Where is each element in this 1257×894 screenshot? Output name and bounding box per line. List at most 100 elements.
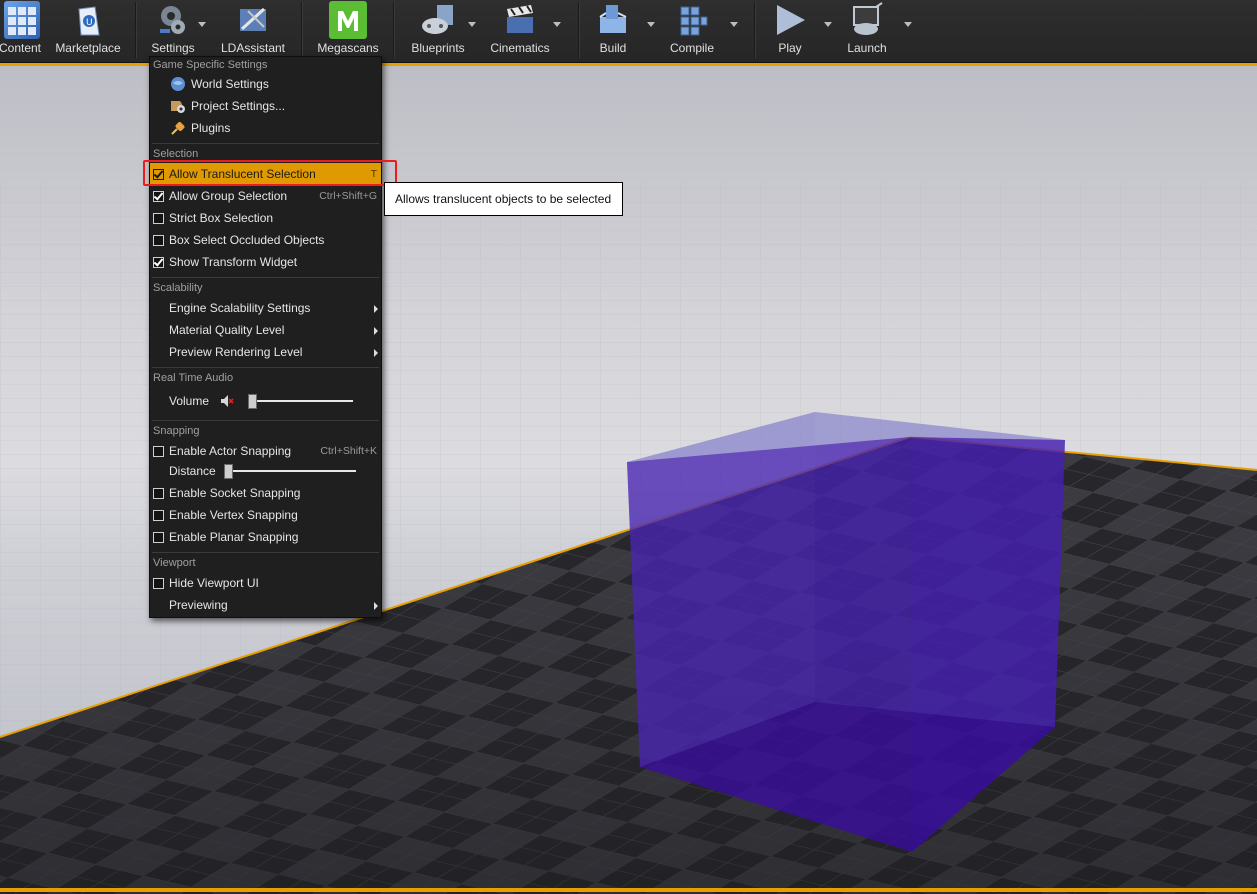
checkbox[interactable] — [153, 191, 164, 202]
menu-item-enable-vertex-snapping[interactable]: Enable Vertex Snapping — [150, 504, 381, 526]
play-label: Play — [778, 41, 802, 55]
marketplace-button[interactable]: U Marketplace — [52, 0, 124, 60]
checkbox[interactable] — [153, 235, 164, 246]
play-button[interactable]: Play — [768, 0, 812, 60]
menu-item-show-transform-widget[interactable]: Show Transform Widget — [150, 251, 381, 273]
launch-label: Launch — [847, 41, 887, 55]
compile-label: Compile — [669, 41, 714, 55]
distance-slider-track[interactable] — [226, 470, 356, 472]
ldassistant-button[interactable]: LDAssistant — [214, 0, 292, 60]
toolbar-separator — [578, 2, 580, 58]
blueprints-button[interactable]: Blueprints — [404, 0, 472, 60]
settings-icon — [154, 1, 192, 39]
menu-item-hide-viewport-ui[interactable]: Hide Viewport UI — [150, 572, 381, 594]
menu-item-strict-box-selection[interactable]: Strict Box Selection — [150, 207, 381, 229]
menu-item-preview-rendering-level[interactable]: Preview Rendering Level — [150, 341, 381, 363]
section-game-specific-settings: Game Specific Settings — [153, 59, 268, 71]
menu-item-enable-planar-snapping[interactable]: Enable Planar Snapping — [150, 526, 381, 548]
launch-dropdown-arrow[interactable] — [904, 22, 912, 27]
ldassistant-label: LDAssistant — [220, 41, 286, 55]
section-scalability: Scalability — [153, 282, 203, 294]
menu-item-plugins[interactable]: Plugins — [150, 117, 381, 139]
submenu-arrow-icon — [374, 305, 378, 313]
tooltip: Allows translucent objects to be selecte… — [384, 182, 623, 216]
megascans-label: Megascans — [317, 41, 379, 55]
menu-item-allow-group-selection[interactable]: Allow Group Selection Ctrl+Shift+G — [150, 185, 381, 207]
menu-item-enable-socket-snapping[interactable]: Enable Socket Snapping — [150, 482, 381, 504]
blueprints-label: Blueprints — [411, 41, 465, 55]
toolbar-separator — [135, 2, 137, 58]
section-selection: Selection — [153, 148, 199, 160]
play-icon — [771, 1, 809, 39]
content-button[interactable]: Content — [0, 0, 44, 60]
menu-separator — [152, 552, 379, 553]
marketplace-label: Marketplace — [55, 41, 121, 55]
play-dropdown-arrow[interactable] — [824, 22, 832, 27]
volume-slider-track[interactable] — [251, 400, 353, 402]
checkbox[interactable] — [153, 257, 164, 268]
toolbar-separator — [754, 2, 756, 58]
content-label: Content — [0, 41, 42, 55]
menu-separator — [152, 367, 379, 368]
submenu-arrow-icon — [374, 327, 378, 335]
blueprints-icon — [419, 1, 457, 39]
project-settings-icon — [170, 98, 186, 114]
menu-item-previewing[interactable]: Previewing — [150, 594, 381, 616]
level-editor-toolbar: Content U Marketplace Settings LDAssista… — [0, 0, 1257, 63]
toolbar-separator — [301, 2, 303, 58]
build-label: Build — [599, 41, 627, 55]
megascans-button[interactable]: Megascans — [311, 0, 385, 60]
compile-button[interactable]: Compile — [664, 0, 720, 60]
checkbox[interactable] — [153, 446, 164, 457]
section-snapping: Snapping — [153, 425, 200, 437]
checkbox[interactable] — [153, 510, 164, 521]
checkbox[interactable] — [153, 488, 164, 499]
blueprints-dropdown-arrow[interactable] — [468, 22, 476, 27]
menu-separator — [152, 420, 379, 421]
cinematics-dropdown-arrow[interactable] — [553, 22, 561, 27]
plug-icon — [170, 120, 186, 136]
menu-item-material-quality-level[interactable]: Material Quality Level — [150, 319, 381, 341]
checkbox[interactable] — [153, 578, 164, 589]
build-dropdown-arrow[interactable] — [647, 22, 655, 27]
menu-separator — [152, 277, 379, 278]
menu-item-engine-scalability-settings[interactable]: Engine Scalability Settings — [150, 297, 381, 319]
compile-dropdown-arrow[interactable] — [730, 22, 738, 27]
marketplace-icon: U — [69, 1, 107, 39]
cinematics-label: Cinematics — [490, 41, 550, 55]
build-icon — [594, 1, 632, 39]
cinematics-icon — [501, 1, 539, 39]
launch-button[interactable]: Launch — [842, 0, 892, 60]
build-button[interactable]: Build — [590, 0, 636, 60]
volume-slider-thumb[interactable] — [248, 394, 257, 409]
viewport-bottom-border — [0, 888, 1257, 892]
content-icon — [4, 1, 40, 39]
menu-item-project-settings[interactable]: Project Settings... — [150, 95, 381, 117]
settings-button[interactable]: Settings — [145, 0, 201, 60]
ldassistant-icon — [234, 1, 272, 39]
svg-text:U: U — [86, 18, 93, 28]
globe-icon — [170, 76, 186, 92]
submenu-arrow-icon — [374, 349, 378, 357]
settings-dropdown-menu: Game Specific Settings World Settings Pr… — [149, 56, 382, 618]
menu-item-world-settings[interactable]: World Settings — [150, 73, 381, 95]
launch-icon — [848, 1, 886, 39]
submenu-arrow-icon — [374, 602, 378, 610]
menu-item-distance: Distance — [150, 460, 381, 482]
checkbox[interactable] — [153, 213, 164, 224]
menu-item-enable-actor-snapping[interactable]: Enable Actor Snapping Ctrl+Shift+K — [150, 440, 381, 462]
checkbox[interactable] — [153, 532, 164, 543]
speaker-muted-icon[interactable] — [220, 394, 236, 410]
menu-separator — [152, 143, 379, 144]
menu-item-box-select-occluded-objects[interactable]: Box Select Occluded Objects — [150, 229, 381, 251]
settings-dropdown-arrow[interactable] — [198, 22, 206, 27]
distance-slider-thumb[interactable] — [224, 464, 233, 479]
megascans-icon — [329, 1, 367, 39]
section-real-time-audio: Real Time Audio — [153, 372, 234, 384]
toolbar-separator — [393, 2, 395, 58]
settings-label: Settings — [151, 41, 195, 55]
section-viewport: Viewport — [153, 557, 196, 569]
highlight-annotation-box — [143, 160, 397, 186]
cinematics-button[interactable]: Cinematics — [484, 0, 556, 60]
compile-icon — [673, 1, 711, 39]
